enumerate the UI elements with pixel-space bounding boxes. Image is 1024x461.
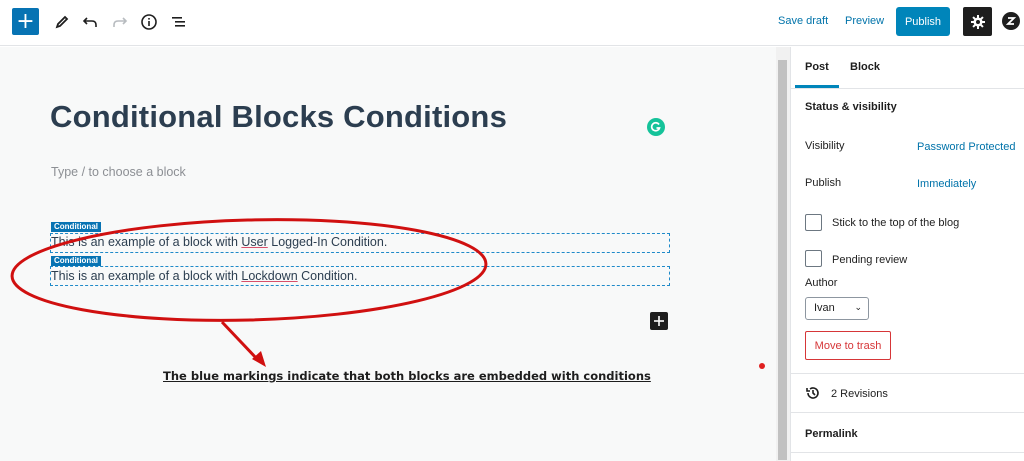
list-view-icon: [172, 17, 185, 27]
annotation-caption: The blue markings indicate that both blo…: [163, 369, 651, 383]
undo-icon: [82, 17, 97, 27]
details-button[interactable]: [137, 10, 161, 34]
revisions-icon: [805, 385, 821, 406]
status-visibility-title[interactable]: Status & visibility: [805, 101, 897, 113]
divider: [791, 373, 1024, 374]
visibility-value[interactable]: Password Protected: [917, 141, 1015, 153]
plugin-icon[interactable]: [1002, 12, 1020, 30]
settings-sidebar: Post Block Status & visibility Visibilit…: [790, 47, 1024, 461]
pending-review-checkbox[interactable]: [805, 250, 822, 267]
redo-button[interactable]: [108, 10, 132, 34]
pending-review-label: Pending review: [832, 254, 908, 266]
undo-button[interactable]: [78, 10, 102, 34]
tab-post[interactable]: Post: [805, 61, 829, 73]
add-block-button[interactable]: +: [12, 8, 39, 35]
divider: [791, 452, 1024, 453]
editor-canvas: Conditional Blocks Conditions Type / to …: [0, 47, 776, 461]
top-toolbar: + Save draft Preview Publish: [0, 0, 1024, 46]
gear-icon: [970, 14, 985, 29]
preview-button[interactable]: Preview: [845, 15, 884, 27]
author-select[interactable]: Ivan ⌄: [805, 297, 869, 320]
publish-label: Publish: [805, 177, 842, 189]
annotation-arrow: [220, 320, 260, 362]
annotation-ellipse: [10, 218, 488, 322]
save-draft-button[interactable]: Save draft: [778, 15, 828, 27]
stick-to-top-checkbox[interactable]: [805, 214, 822, 231]
editor-scrollbar[interactable]: [776, 47, 790, 461]
red-dot: [759, 363, 765, 369]
publish-button[interactable]: Publish: [896, 7, 950, 36]
settings-button[interactable]: [963, 7, 992, 36]
divider: [791, 412, 1024, 413]
stick-to-top-label: Stick to the top of the blog: [832, 217, 960, 229]
annotation-overlay: [10, 218, 488, 367]
outline-button[interactable]: [167, 10, 191, 34]
tools-button[interactable]: [50, 10, 74, 34]
scrollbar-thumb[interactable]: [778, 60, 787, 460]
arrow-head: [252, 351, 266, 367]
chevron-down-icon: ⌄: [854, 303, 862, 313]
permalink-title[interactable]: Permalink: [805, 428, 858, 440]
tab-block[interactable]: Block: [850, 61, 880, 73]
revisions-link[interactable]: 2 Revisions: [831, 388, 888, 400]
plus-icon: +: [16, 8, 35, 34]
redo-icon: [113, 17, 128, 27]
divider: [791, 88, 1024, 89]
info-icon: [141, 14, 157, 30]
publish-date-value[interactable]: Immediately: [917, 178, 976, 190]
visibility-label: Visibility: [805, 140, 845, 152]
move-to-trash-button[interactable]: Move to trash: [805, 331, 891, 360]
pencil-icon: [55, 15, 69, 29]
author-label: Author: [805, 277, 838, 289]
